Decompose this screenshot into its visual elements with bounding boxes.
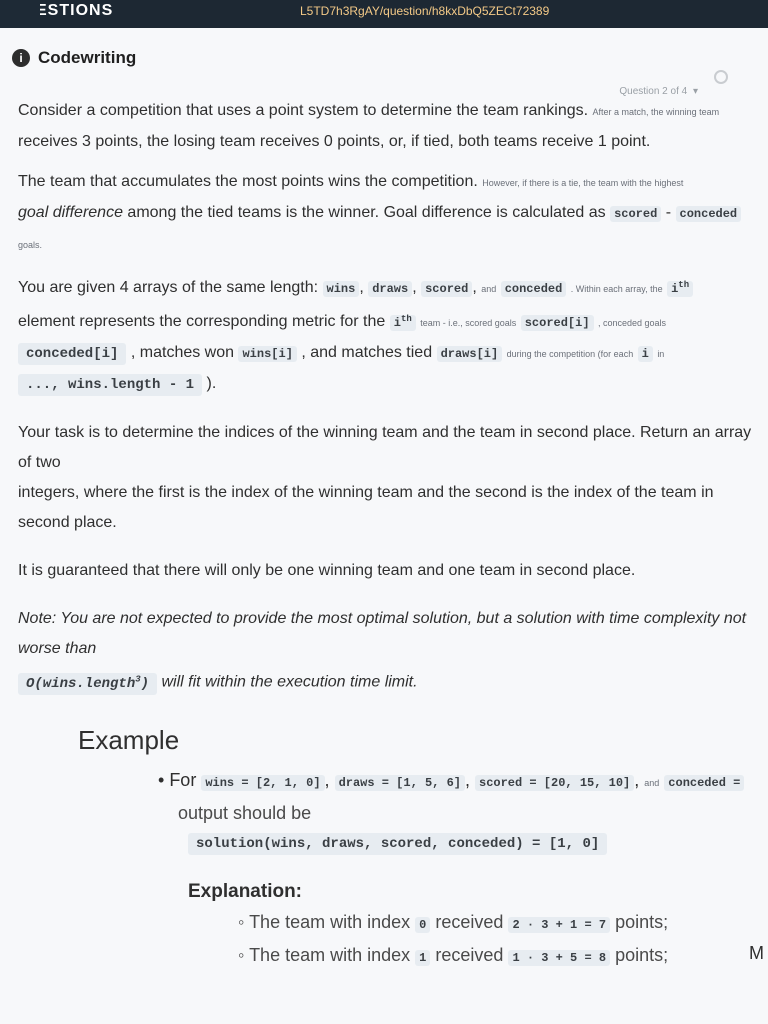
sub2-received: received	[435, 944, 504, 965]
code-wins: wins	[322, 281, 360, 297]
note-tail: will fit within the execution time limit…	[161, 673, 418, 691]
p4-line2: integers, where the first is the index o…	[18, 484, 714, 531]
sub1-start: The team with index	[249, 911, 411, 932]
p2-text: The team that accumulates the most point…	[18, 173, 478, 190]
paragraph-1: Consider a competition that uses a point…	[18, 96, 753, 157]
code-conceded-2: conceded	[500, 281, 567, 297]
code-draws: draws	[368, 281, 413, 297]
p1-text: Consider a competition that uses a point…	[18, 102, 589, 119]
explanation-item-2: ◦ The team with index 1 received 1 · 3 +…	[238, 944, 669, 966]
code-scored: scored	[610, 206, 662, 222]
sup-th-2: th	[400, 314, 412, 324]
note-text: Note: You are not expected to provide th…	[18, 610, 747, 657]
paragraph-4: Your task is to determine the indices of…	[18, 418, 753, 538]
example-and: and	[644, 777, 660, 788]
p2-small: However, if there is a tie, the team wit…	[482, 178, 684, 188]
code-solution: solution(wins, draws, scored, conceded) …	[188, 832, 608, 855]
code-wins-example: wins = [2, 1, 0]	[201, 774, 325, 791]
close-icon[interactable]	[714, 70, 728, 84]
p3-during: during the competition (for each	[506, 349, 634, 359]
sup-th-1: th	[678, 280, 690, 290]
code-ith: ith	[389, 314, 416, 331]
explanation-label: Explanation:	[188, 880, 303, 902]
p2-tail: goals.	[18, 240, 43, 250]
p1-line2: receives 3 points, the losing team recei…	[18, 133, 651, 150]
code-conceded-example: conceded =	[664, 774, 745, 791]
edge-letter-m: M	[749, 943, 764, 963]
p3-close: ).	[206, 375, 217, 392]
paragraph-3: You are given 4 arrays of the same lengt…	[18, 270, 753, 400]
code-complexity: O(wins.length3)	[18, 672, 158, 695]
code-conceded: conceded	[675, 206, 742, 222]
p3-in: in	[657, 349, 665, 359]
code-calc-1: 1 · 3 + 5 = 8	[508, 949, 611, 966]
top-bar: QUESTIONS L5TD7h3RgAY/question/h8kxDbQ5Z…	[0, 0, 768, 28]
sub2-start: The team with index	[249, 944, 411, 965]
solution-line: solution(wins, draws, scored, conceded) …	[188, 828, 753, 859]
code-draws-example: draws = [1, 5, 6]	[334, 774, 465, 791]
sub1-points: points;	[615, 911, 669, 932]
note-code-close: )	[140, 675, 150, 692]
output-line: output should be	[178, 802, 312, 823]
for-label: For	[169, 769, 197, 790]
sub2-points: points;	[615, 944, 669, 965]
note-paragraph: Note: You are not expected to provide th…	[18, 604, 753, 699]
p3-line2: element represents the corresponding met…	[18, 313, 386, 330]
p3-line2-b: team - i.e., scored goals	[420, 318, 517, 328]
code-calc-0: 2 · 3 + 1 = 7	[508, 916, 611, 933]
p3-matches-tied: , and matches tied	[301, 344, 433, 361]
example-heading: Example	[78, 724, 180, 755]
code-conceded-i: conceded[i]	[18, 343, 127, 365]
p5-text: It is guaranteed that there will only be…	[18, 562, 636, 579]
code-range: ..., wins.length - 1	[18, 374, 203, 396]
p2-line2: among the tied teams is the winner. Goal…	[127, 204, 606, 221]
example-bullet: • For wins = [2, 1, 0], draws = [1, 5, 6…	[158, 765, 753, 798]
code-draws-i: draws[i]	[436, 346, 503, 362]
p4-text: Your task is to determine the indices of…	[18, 424, 752, 471]
paragraph-2: The team that accumulates the most point…	[18, 167, 753, 260]
p3-small: . Within each array, the	[570, 284, 663, 294]
question-body: Consider a competition that uses a point…	[18, 96, 753, 973]
code-wins-i: wins[i]	[238, 346, 297, 362]
p1-small: After a match, the winning team	[592, 107, 720, 117]
paragraph-5: It is guaranteed that there will only be…	[18, 556, 753, 586]
card-header: i Codewriting	[12, 48, 136, 68]
note-code: O(wins.length	[26, 675, 136, 692]
code-i-superscript: ith	[667, 280, 694, 297]
question-card: i Codewriting Question 2 of 4 ▾ Consider…	[0, 28, 768, 1024]
code-scored-2: scored	[421, 281, 473, 297]
sub1-received: received	[435, 911, 504, 932]
code-index-1: 1	[415, 949, 431, 966]
p3-text: You are given 4 arrays of the same lengt…	[18, 279, 319, 296]
explanation-item-1: ◦ The team with index 0 received 2 · 3 +…	[238, 911, 669, 933]
header-title: Codewriting	[38, 48, 137, 67]
code-index-0: 0	[415, 916, 431, 933]
p3-matches-won: , matches won	[130, 344, 235, 361]
question-url: L5TD7h3RgAY/question/h8kxDbQ5ZECt72389	[300, 4, 550, 18]
code-scored-i: scored[i]	[520, 315, 594, 331]
info-icon: i	[12, 49, 30, 67]
sup-i-2: i	[393, 316, 401, 330]
p3-line2-c: , conceded goals	[597, 318, 667, 328]
code-scored-example: scored = [20, 15, 10]	[475, 774, 635, 791]
code-i: i	[637, 346, 653, 362]
goal-difference-term: goal difference	[18, 204, 123, 221]
p3-and: and	[481, 284, 497, 294]
